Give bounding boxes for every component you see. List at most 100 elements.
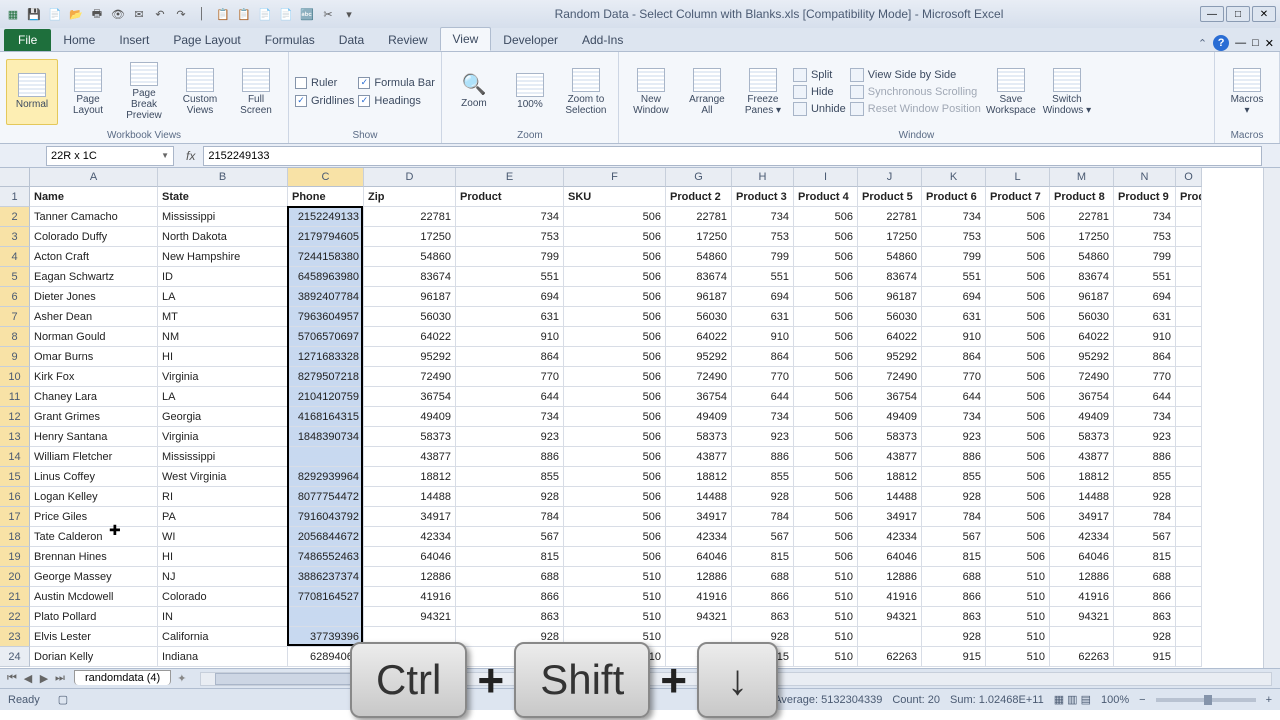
- data-cell[interactable]: 770: [456, 367, 564, 387]
- data-cell[interactable]: 14488: [364, 487, 456, 507]
- data-cell[interactable]: 506: [794, 387, 858, 407]
- data-cell[interactable]: 734: [922, 207, 986, 227]
- data-cell[interactable]: WI: [158, 527, 288, 547]
- data-cell[interactable]: 567: [1114, 527, 1176, 547]
- data-cell[interactable]: 56030: [1050, 307, 1114, 327]
- data-cell[interactable]: Eagan Schwartz: [30, 267, 158, 287]
- data-cell[interactable]: Virginia: [158, 427, 288, 447]
- doc-minimize-icon[interactable]: —: [1235, 37, 1246, 49]
- row-header[interactable]: 3: [0, 227, 30, 247]
- row-header[interactable]: 22: [0, 607, 30, 627]
- data-cell[interactable]: 510: [986, 647, 1050, 667]
- data-cell[interactable]: Georgia: [158, 407, 288, 427]
- data-cell[interactable]: 694: [732, 287, 794, 307]
- sheet-nav[interactable]: ⏮◀▶⏭: [0, 672, 72, 685]
- row-header[interactable]: 20: [0, 567, 30, 587]
- data-cell[interactable]: 910: [732, 327, 794, 347]
- data-cell[interactable]: [1176, 287, 1202, 307]
- col-header[interactable]: J: [858, 168, 922, 187]
- data-cell[interactable]: 54860: [858, 247, 922, 267]
- data-cell[interactable]: 2104120759: [288, 387, 364, 407]
- data-cell[interactable]: 886: [922, 447, 986, 467]
- data-cell[interactable]: 95292: [1050, 347, 1114, 367]
- data-cell[interactable]: 506: [794, 467, 858, 487]
- data-cell[interactable]: 94321: [1050, 607, 1114, 627]
- data-cell[interactable]: 72490: [364, 367, 456, 387]
- data-cell[interactable]: 734: [732, 207, 794, 227]
- zoom-out-icon[interactable]: −: [1139, 694, 1145, 706]
- data-cell[interactable]: LA: [158, 287, 288, 307]
- data-cell[interactable]: 631: [922, 307, 986, 327]
- hide-button[interactable]: Hide: [793, 85, 846, 99]
- data-cell[interactable]: NM: [158, 327, 288, 347]
- data-cell[interactable]: Grant Grimes: [30, 407, 158, 427]
- data-cell[interactable]: 506: [986, 227, 1050, 247]
- row-header[interactable]: 24: [0, 647, 30, 667]
- data-cell[interactable]: 866: [456, 587, 564, 607]
- qa-icon[interactable]: 📋: [214, 5, 232, 23]
- data-cell[interactable]: 734: [456, 207, 564, 227]
- data-cell[interactable]: 54860: [364, 247, 456, 267]
- data-cell[interactable]: 506: [986, 347, 1050, 367]
- data-cell[interactable]: 506: [564, 367, 666, 387]
- header-cell[interactable]: Product 9: [1114, 187, 1176, 207]
- data-cell[interactable]: 855: [456, 467, 564, 487]
- data-cell[interactable]: 928: [732, 487, 794, 507]
- name-box[interactable]: 22R x 1C▼: [46, 146, 174, 166]
- data-cell[interactable]: 784: [1114, 507, 1176, 527]
- data-cell[interactable]: 506: [986, 307, 1050, 327]
- col-header[interactable]: A: [30, 168, 158, 187]
- data-cell[interactable]: 567: [922, 527, 986, 547]
- data-cell[interactable]: 799: [732, 247, 794, 267]
- data-cell[interactable]: 855: [1114, 467, 1176, 487]
- data-cell[interactable]: 94321: [858, 607, 922, 627]
- data-cell[interactable]: 928: [1114, 627, 1176, 647]
- data-cell[interactable]: 910: [922, 327, 986, 347]
- qa-icon[interactable]: 📄: [277, 5, 295, 23]
- data-cell[interactable]: 506: [986, 407, 1050, 427]
- data-cell[interactable]: 95292: [364, 347, 456, 367]
- data-cell[interactable]: 784: [456, 507, 564, 527]
- data-cell[interactable]: 14488: [1050, 487, 1114, 507]
- data-cell[interactable]: 863: [1114, 607, 1176, 627]
- data-cell[interactable]: 506: [564, 547, 666, 567]
- freeze-panes-button[interactable]: Freeze Panes ▾: [737, 59, 789, 125]
- data-cell[interactable]: 12886: [364, 567, 456, 587]
- data-cell[interactable]: 688: [922, 567, 986, 587]
- data-cell[interactable]: 753: [922, 227, 986, 247]
- row-header[interactable]: 16: [0, 487, 30, 507]
- data-cell[interactable]: Henry Santana: [30, 427, 158, 447]
- data-cell[interactable]: 18812: [666, 467, 732, 487]
- redo-icon[interactable]: ↷: [172, 5, 190, 23]
- header-cell[interactable]: Product 7: [986, 187, 1050, 207]
- data-cell[interactable]: 34917: [858, 507, 922, 527]
- data-cell[interactable]: 43877: [858, 447, 922, 467]
- data-cell[interactable]: 506: [986, 387, 1050, 407]
- data-cell[interactable]: 734: [456, 407, 564, 427]
- data-cell[interactable]: 4168164315: [288, 407, 364, 427]
- data-cell[interactable]: PA: [158, 507, 288, 527]
- macros-button[interactable]: Macros ▾: [1221, 59, 1273, 125]
- data-cell[interactable]: 506: [794, 307, 858, 327]
- data-cell[interactable]: 41916: [858, 587, 922, 607]
- data-cell[interactable]: 799: [922, 247, 986, 267]
- data-cell[interactable]: 34917: [666, 507, 732, 527]
- data-cell[interactable]: North Dakota: [158, 227, 288, 247]
- data-cell[interactable]: 506: [564, 447, 666, 467]
- ruler-checkbox[interactable]: Ruler: [295, 77, 354, 89]
- gridlines-checkbox[interactable]: ✓Gridlines: [295, 95, 354, 107]
- data-cell[interactable]: Acton Craft: [30, 247, 158, 267]
- data-cell[interactable]: [288, 447, 364, 467]
- qa-icon[interactable]: 🖶: [88, 5, 106, 23]
- data-cell[interactable]: 551: [1114, 267, 1176, 287]
- data-cell[interactable]: 866: [732, 587, 794, 607]
- data-cell[interactable]: 815: [1114, 547, 1176, 567]
- data-cell[interactable]: Dieter Jones: [30, 287, 158, 307]
- data-cell[interactable]: 510: [564, 587, 666, 607]
- data-cell[interactable]: 17250: [1050, 227, 1114, 247]
- data-cell[interactable]: 784: [732, 507, 794, 527]
- data-cell[interactable]: 72490: [666, 367, 732, 387]
- data-cell[interactable]: 815: [922, 547, 986, 567]
- ribbon-tab-add-ins[interactable]: Add-Ins: [570, 29, 635, 51]
- data-cell[interactable]: [1176, 227, 1202, 247]
